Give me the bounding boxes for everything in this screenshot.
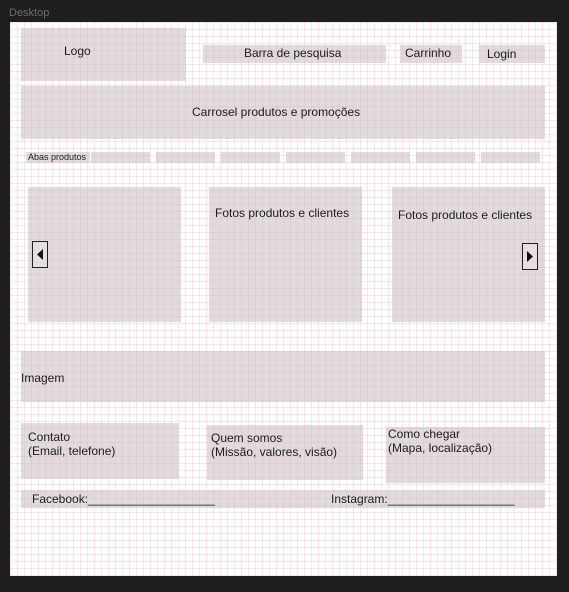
search-label: Barra de pesquisa [244,46,342,60]
about-subtitle: (Missão, valores, visão) [211,445,338,459]
facebook-link[interactable]: Facebook:___________________ [32,492,215,507]
logo-label: Logo [64,44,91,58]
tab-2[interactable] [91,152,150,163]
cart-label: Carrinho [405,46,452,60]
promo-carousel[interactable]: Carrosel produtos e promoções [21,86,545,139]
tab-4[interactable] [221,152,280,163]
tab-8[interactable] [481,152,540,163]
location-title: Como chegar [388,427,461,441]
tab-6[interactable] [351,152,410,163]
instagram-link[interactable]: Instagram:___________________ [331,492,515,507]
search-bar[interactable]: Barra de pesquisa [203,45,386,63]
social-footer: Facebook:___________________ Instagram:_… [21,490,545,508]
gallery-card-2[interactable]: Fotos produtos e clientes [209,187,362,322]
tab-7[interactable] [416,152,475,163]
location-box[interactable]: Como chegar (Mapa, localização) [386,427,545,483]
image-banner: Imagem [21,351,545,402]
image-label: Imagem [21,371,65,385]
location-subtitle: (Mapa, localização) [388,441,493,455]
contact-box[interactable]: Contato (Email, telefone) [21,423,179,479]
contact-title: Contato [28,430,71,444]
desktop-frame: Logo Barra de pesquisa Carrinho Login Ca… [10,22,557,576]
cart-button[interactable]: Carrinho [400,45,462,63]
carousel-prev-button[interactable] [32,241,48,268]
contact-subtitle: (Email, telefone) [28,444,116,458]
logo-placeholder[interactable]: Logo [21,28,186,81]
carousel-label: Carrosel produtos e promoções [192,105,361,119]
about-title: Quem somos [211,431,283,445]
login-label: Login [487,47,517,61]
carousel-next-button[interactable] [522,243,538,270]
tab-5[interactable] [286,152,345,163]
arrow-right-icon [527,251,533,262]
about-box[interactable]: Quem somos (Missão, valores, visão) [207,425,363,480]
gallery-card-2-label: Fotos produtos e clientes [215,206,350,220]
tab-3[interactable] [156,152,215,163]
frame-title: Desktop [9,7,50,19]
tabs-label: Abas produtos [28,152,87,162]
login-button[interactable]: Login [479,45,545,63]
tab-products[interactable]: Abas produtos [26,152,90,163]
arrow-left-icon [37,249,43,260]
gallery-card-3-label: Fotos produtos e clientes [398,208,533,222]
gallery-card-1[interactable] [28,187,181,322]
